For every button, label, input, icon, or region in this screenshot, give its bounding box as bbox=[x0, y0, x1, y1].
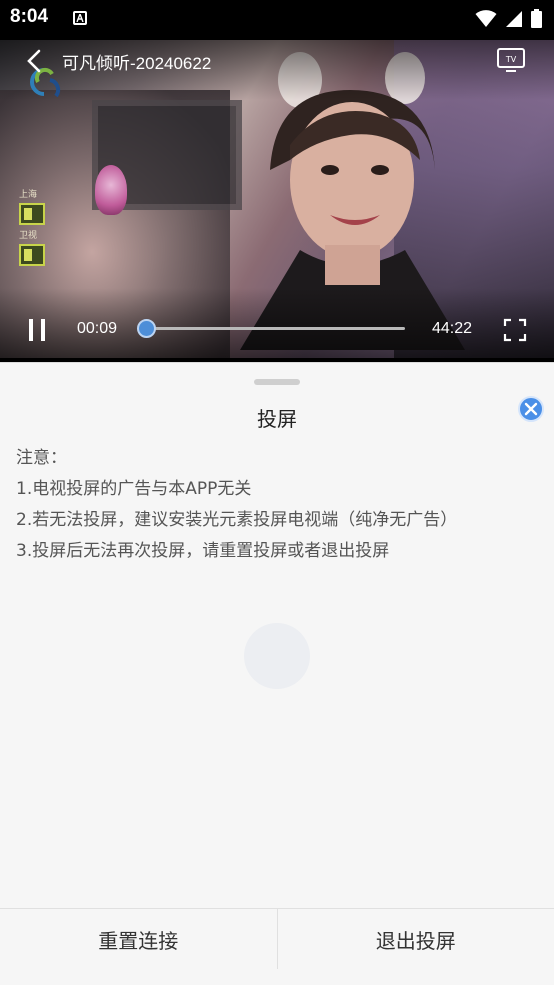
wifi-icon bbox=[475, 9, 497, 27]
fullscreen-icon[interactable] bbox=[503, 318, 527, 342]
channel-badge-label: 卫视 bbox=[19, 231, 38, 241]
video-player[interactable]: 可凡倾听-20240622 TV 上海 卫视 00:09 44:22 bbox=[0, 40, 554, 358]
current-time: 00:09 bbox=[77, 320, 118, 337]
battery-icon bbox=[531, 9, 542, 28]
channel-badges: 上海 卫视 bbox=[19, 190, 49, 272]
status-time: 8:04 bbox=[10, 6, 49, 27]
close-icon bbox=[524, 402, 538, 416]
status-icons bbox=[475, 9, 542, 28]
signal-icon bbox=[506, 10, 522, 27]
seek-thumb[interactable] bbox=[137, 319, 156, 338]
back-icon[interactable] bbox=[22, 48, 48, 74]
status-bar: 8:04 bbox=[0, 0, 554, 40]
cast-tv-icon[interactable]: TV bbox=[496, 47, 526, 73]
notice-heading: 注意： bbox=[16, 448, 67, 468]
video-frame-flower bbox=[95, 165, 127, 215]
loading-indicator bbox=[244, 623, 310, 689]
seek-bar[interactable] bbox=[145, 327, 405, 330]
notice-item: 1.电视投屏的广告与本APP无关 bbox=[16, 479, 252, 499]
drag-handle[interactable] bbox=[254, 379, 300, 385]
system-nav-area bbox=[0, 969, 554, 985]
channel-badge-icon bbox=[19, 244, 45, 266]
action-bar: 重置连接 退出投屏 bbox=[0, 908, 554, 970]
close-button[interactable] bbox=[518, 396, 544, 422]
notice-item: 2.若无法投屏，建议安装光元素投屏电视端（纯净无广告） bbox=[16, 510, 458, 530]
video-title: 可凡倾听-20240622 bbox=[62, 54, 212, 73]
reset-connection-button[interactable]: 重置连接 bbox=[0, 909, 277, 970]
total-time: 44:22 bbox=[432, 320, 473, 337]
channel-badge-label: 上海 bbox=[19, 190, 38, 200]
exit-cast-button[interactable]: 退出投屏 bbox=[277, 909, 554, 970]
notice-block: 注意： 1.电视投屏的广告与本APP无关 2.若无法投屏，建议安装光元素投屏电视… bbox=[16, 443, 546, 567]
svg-text:TV: TV bbox=[505, 55, 517, 64]
sheet-title: 投屏 bbox=[257, 407, 297, 431]
a-notification-icon bbox=[73, 11, 87, 25]
channel-badge-icon bbox=[19, 203, 45, 225]
cast-bottom-sheet: 投屏 注意： 1.电视投屏的广告与本APP无关 2.若无法投屏，建议安装光元素投… bbox=[0, 362, 554, 985]
pause-icon[interactable] bbox=[26, 318, 50, 342]
notice-item: 3.投屏后无法再次投屏，请重置投屏或者退出投屏 bbox=[16, 541, 390, 561]
